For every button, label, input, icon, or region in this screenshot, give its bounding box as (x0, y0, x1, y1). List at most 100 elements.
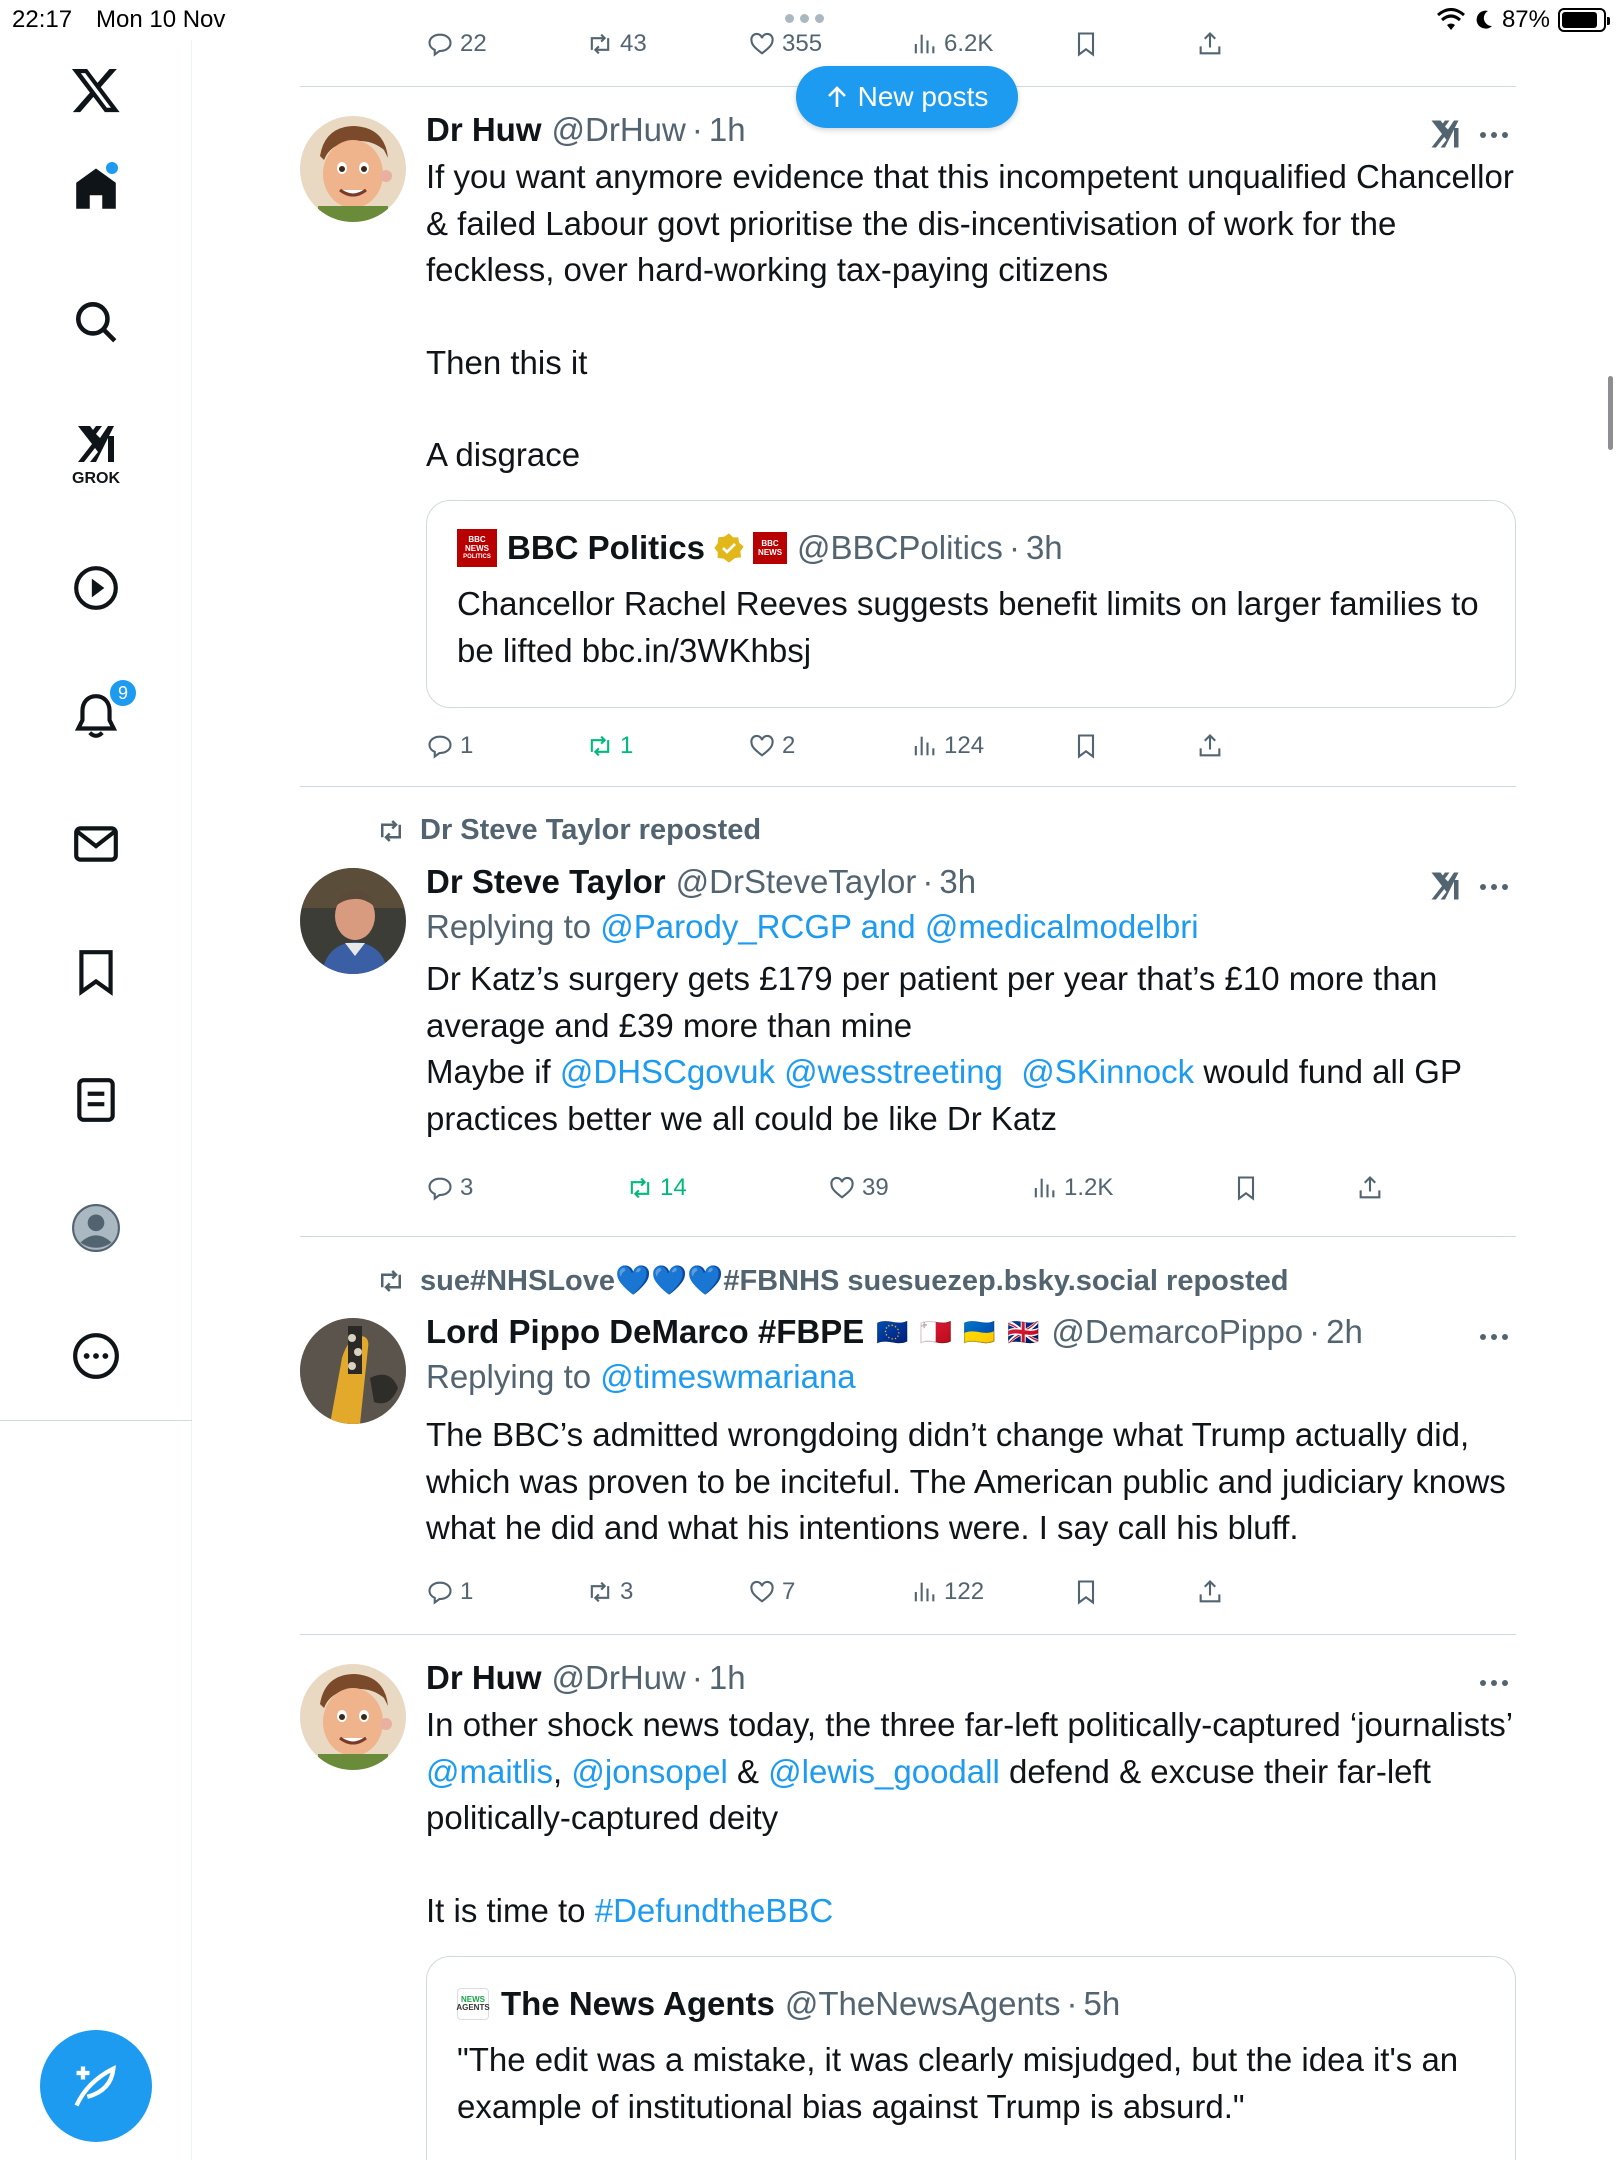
views-bar-chart-icon (914, 1582, 935, 1602)
author-handle[interactable]: @DemarcoPippo (1051, 1313, 1303, 1351)
repost-button[interactable]: 14 (626, 1168, 687, 1208)
avatar-drsteve[interactable] (300, 868, 406, 974)
post-actions: 3 14 39 1.2K (426, 1168, 1426, 1208)
author-name[interactable]: Dr Huw (426, 111, 542, 149)
sidebar-item-lists[interactable] (0, 1050, 192, 1150)
post-time[interactable]: 2h (1326, 1313, 1363, 1351)
replying-to-mentions[interactable]: @Parody_RCGP and @medicalmodelbri (600, 908, 1198, 945)
author-name[interactable]: Dr Steve Taylor (426, 863, 666, 901)
repost-icon (381, 819, 401, 842)
share-icon (1199, 1580, 1221, 1603)
share-button[interactable] (1196, 1572, 1224, 1612)
author-handle[interactable]: @DrHuw (552, 1659, 686, 1697)
quoted-author-handle: @TheNewsAgents (784, 1985, 1061, 2022)
quoted-post-text: Chancellor Rachel Reeves suggests benefi… (457, 585, 1479, 669)
reply-button[interactable]: 1 (426, 726, 473, 766)
sidebar-item-home[interactable] (0, 140, 192, 240)
post-actions: 1 3 7 122 (426, 1572, 1426, 1612)
share-button[interactable] (1196, 726, 1224, 766)
quoted-post-bbc-politics[interactable]: BBC NEWS POLITICS BBC Politics BBC NEWS @BB… (426, 500, 1516, 708)
sidebar-item-search[interactable] (0, 272, 192, 372)
mention-link[interactable]: @SKinnock (1021, 1053, 1194, 1090)
sidebar-item-video[interactable] (0, 538, 192, 638)
share-button[interactable] (1196, 24, 1224, 64)
sidebar-item-grok[interactable]: GROK (0, 404, 192, 504)
repost-attribution[interactable]: Dr Steve Taylor reposted (376, 814, 761, 847)
reply-button[interactable]: 22 (426, 24, 487, 64)
grok-icon[interactable] (1426, 868, 1464, 904)
compose-post-button[interactable] (40, 2030, 152, 2142)
views-count: 6.2K (944, 30, 994, 57)
reply-count: 1 (460, 1578, 474, 1605)
like-button[interactable]: 39 (828, 1168, 889, 1208)
bookmark-button[interactable] (1232, 1168, 1260, 1208)
scrollbar[interactable] (1608, 376, 1613, 450)
reply-button[interactable]: 1 (426, 1572, 473, 1612)
mention-link[interactable]: @DHSCgovuk (560, 1053, 775, 1090)
views-button[interactable]: 122 (910, 1572, 984, 1612)
sidebar-item-profile[interactable] (0, 1178, 192, 1278)
post-header: Dr Huw @DrHuw · 1h (426, 111, 746, 149)
sidebar-item-notifications[interactable]: 9 (0, 666, 192, 766)
post-actions: 1 1 2 124 (426, 726, 1426, 766)
x-logo[interactable] (0, 40, 192, 140)
bookmark-button[interactable] (1072, 1572, 1100, 1612)
envelope-icon (74, 826, 118, 862)
mention-link[interactable]: @jonsopel (571, 1753, 727, 1790)
views-button[interactable]: 124 (910, 726, 984, 766)
avatar-drhuw[interactable] (300, 1664, 406, 1770)
home-unread-dot (106, 162, 118, 174)
hashtag-link[interactable]: #DefundtheBBC (595, 1892, 834, 1929)
share-button[interactable] (1356, 1168, 1384, 1208)
mention-link[interactable]: @maitlis (426, 1753, 553, 1790)
more-options-icon[interactable] (1480, 882, 1520, 892)
reply-icon (428, 33, 452, 57)
verified-gold-badge-icon (714, 533, 744, 563)
author-handle[interactable]: @DrSteveTaylor (676, 863, 917, 901)
quoted-post-time: 5h (1083, 1985, 1121, 2022)
post-text: In other shock news today, the three far… (426, 1706, 1512, 1929)
sidebar-item-bookmarks[interactable] (0, 922, 192, 1022)
heart-icon (750, 1580, 774, 1603)
mention-link[interactable]: @lewis_goodall (768, 1753, 1000, 1790)
post-header: Lord Pippo DeMarco #FBPE 🇪🇺 🇲🇹 🇺🇦 🇬🇧 @De… (426, 1313, 1363, 1351)
repost-button[interactable]: 3 (586, 1572, 633, 1612)
avatar-lord-pippo[interactable] (300, 1318, 406, 1424)
repost-count: 14 (660, 1174, 687, 1201)
sidebar-item-messages[interactable] (0, 794, 192, 894)
post-time[interactable]: 3h (939, 863, 976, 901)
repost-button[interactable]: 1 (586, 726, 633, 766)
sidebar-item-more[interactable] (0, 1306, 192, 1406)
like-button[interactable]: 7 (748, 1572, 795, 1612)
repost-attribution-text: Dr Steve Taylor reposted (420, 814, 762, 846)
new-posts-label: New posts (857, 81, 989, 112)
like-count: 2 (782, 732, 796, 759)
bookmark-button[interactable] (1072, 24, 1100, 64)
avatar-drhuw[interactable] (300, 116, 406, 222)
author-handle[interactable]: @DrHuw (552, 111, 686, 149)
like-button[interactable]: 2 (748, 726, 795, 766)
like-button[interactable]: 355 (748, 24, 822, 64)
views-button[interactable]: 1.2K (1030, 1168, 1113, 1208)
bookmark-button[interactable] (1072, 726, 1100, 766)
more-options-icon[interactable] (1480, 130, 1520, 140)
quoted-post-news-agents[interactable]: NEWS AGENTS The News Agents @TheNewsAgent… (426, 1956, 1516, 2160)
grok-icon[interactable] (1426, 116, 1464, 152)
repost-attribution[interactable]: sue#NHSLove💙💙💙#FBNHS suesuezep.bsky.soci… (376, 1264, 1289, 1298)
mention-link[interactable]: @wesstreeting (784, 1053, 1003, 1090)
reply-button[interactable]: 3 (426, 1168, 473, 1208)
post-divider (300, 1634, 1516, 1635)
post-time[interactable]: 1h (709, 111, 746, 149)
more-options-icon[interactable] (1480, 1678, 1520, 1688)
share-icon (1199, 32, 1221, 55)
reply-icon (428, 1177, 452, 1201)
quoted-author-name: BBC Politics (507, 529, 706, 566)
repost-button[interactable]: 43 (586, 24, 647, 64)
views-button[interactable]: 6.2K (910, 24, 993, 64)
post-time[interactable]: 1h (709, 1659, 746, 1697)
replying-to-mentions[interactable]: @timeswmariana (600, 1358, 855, 1395)
reply-count: 22 (460, 30, 487, 57)
author-name[interactable]: Lord Pippo DeMarco #FBPE (426, 1313, 864, 1351)
author-name[interactable]: Dr Huw (426, 1659, 542, 1697)
more-options-icon[interactable] (1480, 1332, 1520, 1342)
